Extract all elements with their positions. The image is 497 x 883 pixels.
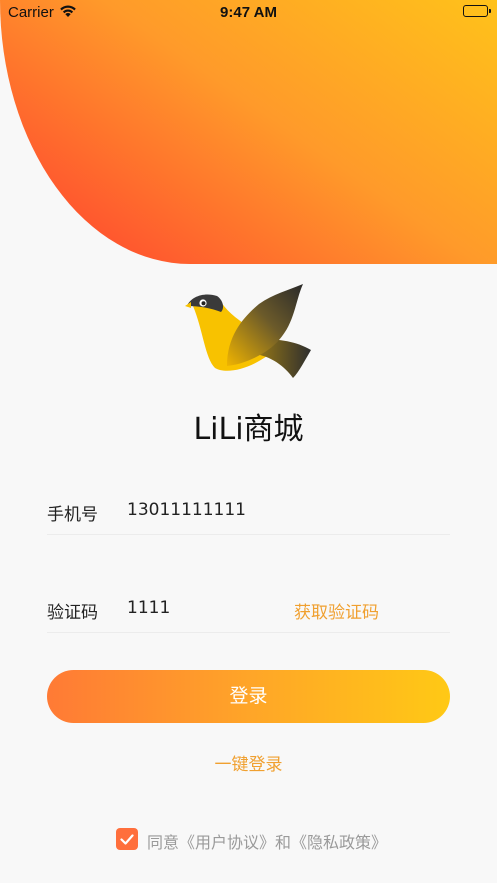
agreement-text[interactable]: 同意《用户协议》和《隐私政策》 [147,829,387,853]
status-time: 9:47 AM [220,4,277,21]
status-bar: Carrier 9:47 AM [0,0,497,26]
phone-field-row: 手机号 13011111111 [47,486,450,535]
code-input[interactable]: 1111 [127,598,170,618]
header-gradient-shape [0,0,497,264]
check-icon [120,834,134,845]
battery-icon [463,5,491,17]
phone-input[interactable]: 13011111111 [127,500,246,520]
agreement-checkbox[interactable] [116,828,138,850]
code-label: 验证码 [47,603,98,623]
phone-label: 手机号 [47,505,98,525]
app-title: LiLi商城 [193,412,304,447]
code-field-row: 验证码 1111 获取验证码 [47,584,450,633]
bird-logo-icon [185,284,311,378]
login-button[interactable]: 登录 [47,670,450,723]
one-click-login-link[interactable]: 一键登录 [0,750,497,775]
get-code-button[interactable]: 获取验证码 [294,598,379,623]
